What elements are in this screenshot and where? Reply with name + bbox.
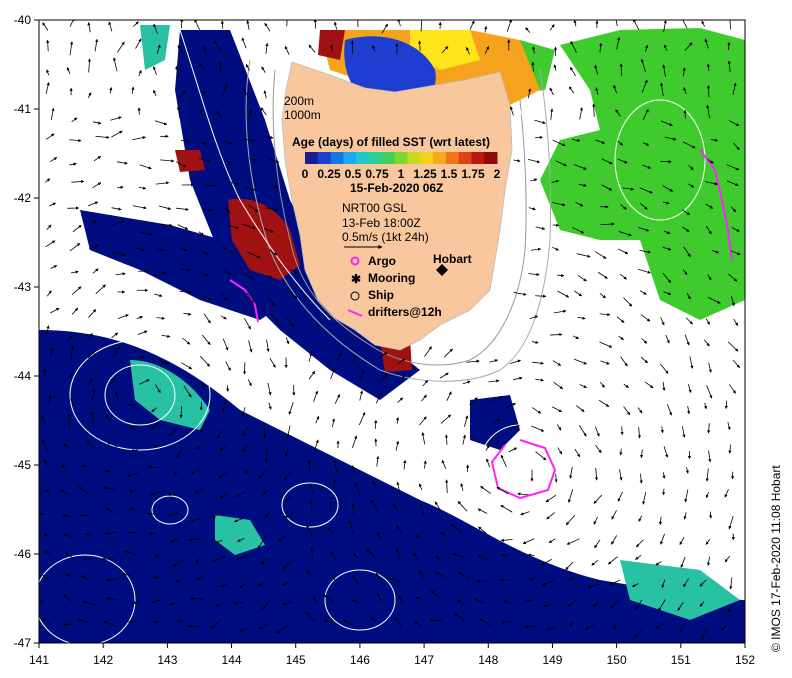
- lon-tick-label: 146: [350, 653, 370, 667]
- colorbar-swatch: [356, 152, 370, 164]
- credit-text: © IMOS 17-Feb-2020 11:08 Hobart: [769, 465, 783, 652]
- colorbar-title: Age (days) of filled SST (wrt latest): [292, 135, 490, 149]
- colorbar-ticks: 0 0.25 0.5 0.75 1 1.25 1.5 1.75 2: [302, 167, 501, 181]
- lon-tick-label: 142: [93, 653, 113, 667]
- lon-tick-label: 148: [478, 653, 498, 667]
- colorbar-swatch: [394, 152, 408, 164]
- colorbar-swatch: [369, 152, 383, 164]
- colorbar-tick-label: 0.5: [345, 167, 362, 181]
- colorbar-swatch: [458, 152, 472, 164]
- colorbar-swatch: [317, 152, 332, 164]
- colorbar-swatch: [420, 152, 434, 164]
- lon-tick-label: 145: [286, 653, 306, 667]
- lat-tick-label: -41: [14, 102, 32, 116]
- lon-tick-label: 144: [222, 653, 242, 667]
- lat-tick-label: -43: [14, 280, 32, 294]
- lat-tick-label: -42: [14, 191, 32, 205]
- lon-tick-label: 152: [735, 653, 755, 667]
- isobath-label-1000: 1000m: [284, 108, 321, 122]
- colorbar-swatch: [484, 152, 498, 164]
- colorbar-tick-label: 2: [494, 167, 501, 181]
- colorbar-swatch: [305, 152, 319, 164]
- ship-label: Ship: [368, 288, 394, 302]
- colorbar: [305, 152, 498, 164]
- lat-tick-label: -44: [14, 369, 32, 383]
- current-arrow: [552, 223, 560, 227]
- lon-tick-label: 143: [157, 653, 177, 667]
- colorbar-swatch: [433, 152, 447, 164]
- source-label: NRT00 GSL: [342, 201, 407, 215]
- lon-tick-label: 141: [29, 653, 49, 667]
- lon-tick-label: 149: [542, 653, 562, 667]
- lat-tick-label: -46: [14, 547, 32, 561]
- current-arrow: [619, 448, 623, 456]
- lon-tick-label: 151: [671, 653, 691, 667]
- lon-axis: 141 142 143 144 145 146 147 148 149 150 151 152: [29, 643, 755, 667]
- current-arrow: [160, 134, 169, 138]
- colorbar-swatch: [471, 152, 485, 164]
- colorbar-tick-label: 1.75: [461, 167, 485, 181]
- colorbar-swatch: [407, 152, 421, 164]
- lon-tick-label: 150: [607, 653, 627, 667]
- colorbar-tick-label: 1.25: [413, 167, 437, 181]
- colorbar-tick-label: 0.75: [365, 167, 389, 181]
- colorbar-tick-label: 1: [398, 167, 405, 181]
- current-arrow: [534, 135, 543, 140]
- city-label: Hobart: [433, 252, 472, 266]
- lat-tick-label: -45: [14, 458, 32, 472]
- lat-tick-label: -47: [14, 636, 32, 650]
- colorbar-swatch: [343, 152, 357, 164]
- current-arrow: [374, 419, 378, 429]
- colorbar-swatch: [381, 152, 396, 164]
- colorbar-swatch: [330, 152, 344, 164]
- colorbar-tick-label: 0.25: [317, 167, 341, 181]
- mooring-symbol-icon: ✱: [351, 272, 361, 286]
- colorbar-swatch: [445, 152, 460, 164]
- time-label: 13-Feb 18:00Z: [342, 216, 421, 230]
- date-label: 15-Feb-2020 06Z: [350, 181, 443, 195]
- lat-axis: -40 -41 -42 -43 -44 -45 -46 -47: [14, 13, 39, 650]
- colorbar-tick-label: 1.5: [441, 167, 458, 181]
- mooring-label: Mooring: [368, 271, 415, 285]
- current-arrow: [619, 63, 623, 77]
- current-arrow: [153, 444, 161, 448]
- argo-label: Argo: [368, 254, 396, 268]
- colorbar-tick-label: 0: [302, 167, 309, 181]
- vector-scale-label: 0.5m/s (1kt 24h): [342, 230, 429, 244]
- lat-tick-label: -40: [14, 13, 32, 27]
- current-arrow: [176, 619, 184, 623]
- lon-tick-label: 147: [414, 653, 434, 667]
- drifter-label: drifters@12h: [368, 305, 442, 319]
- dark-red-north-west: [175, 150, 205, 172]
- isobath-label-200: 200m: [284, 94, 314, 108]
- sst-map-figure: 141 142 143 144 145 146 147 148 149 150 151 152 -40…: [14, 13, 783, 667]
